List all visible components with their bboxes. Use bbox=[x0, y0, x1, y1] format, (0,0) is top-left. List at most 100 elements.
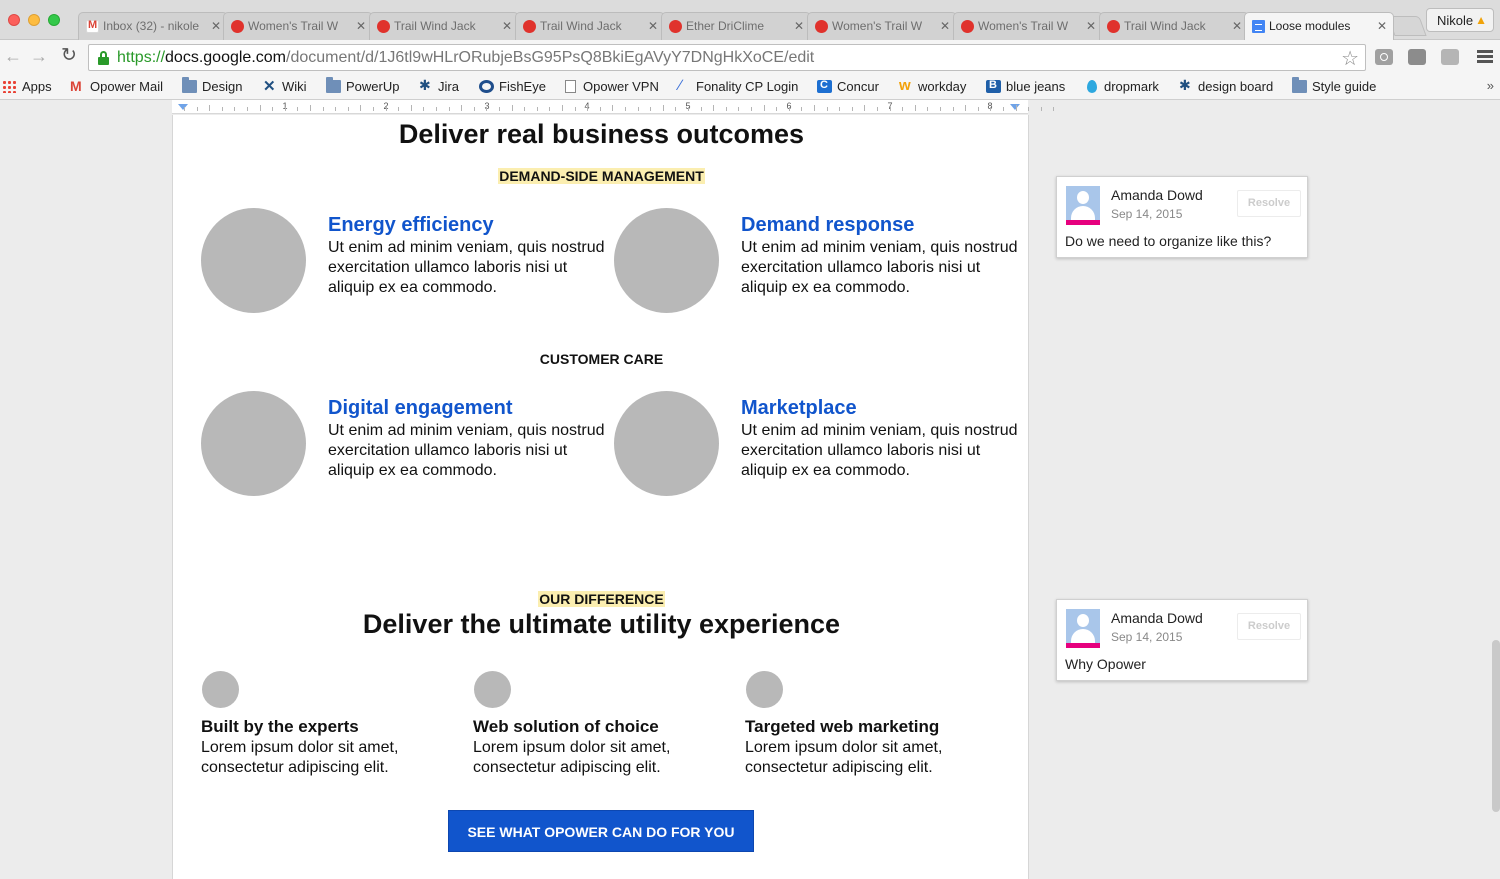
address-bar[interactable]: https://docs.google.com/document/d/1J6tl… bbox=[88, 44, 1366, 71]
browser-tab[interactable]: Women's Trail W ✕ bbox=[807, 12, 957, 40]
ruler-tick bbox=[864, 105, 866, 111]
browser-tab[interactable]: Inbox (32) - nikole ✕ bbox=[78, 12, 228, 40]
ruler-tick bbox=[851, 107, 853, 111]
close-tab-icon[interactable]: ✕ bbox=[940, 19, 950, 33]
bookmark-star-icon[interactable]: ☆ bbox=[1341, 46, 1359, 71]
lock-icon bbox=[98, 51, 109, 65]
ruler-tick bbox=[549, 107, 551, 111]
bookmark-jira[interactable]: Jira bbox=[418, 77, 459, 94]
comment-card[interactable]: Amanda Dowd Sep 14, 2015 Resolve Why Opo… bbox=[1056, 599, 1308, 681]
document-ruler[interactable]: 1 2 3 4 5 6 7 8 bbox=[172, 100, 1055, 114]
bookmark-blue-jeans[interactable]: blue jeans bbox=[986, 79, 1065, 94]
bookmark-workday[interactable]: workday bbox=[898, 77, 966, 94]
back-arrow-icon[interactable]: ← bbox=[4, 47, 22, 65]
bookmark-fonality[interactable]: Fonality CP Login bbox=[676, 77, 798, 94]
module-title: Digital engagement bbox=[328, 397, 513, 419]
browser-menu-icon[interactable] bbox=[1477, 50, 1493, 64]
ruler-tick bbox=[209, 105, 211, 111]
workday-icon bbox=[898, 77, 913, 94]
ruler-tick bbox=[977, 107, 979, 111]
module-body: Ut enim ad minim veniam, quis nostrud ex… bbox=[741, 422, 1018, 479]
close-tab-icon[interactable]: ✕ bbox=[794, 19, 804, 33]
ruler-tick bbox=[410, 105, 412, 111]
fonality-icon bbox=[676, 77, 691, 94]
feature-title: Built by the experts bbox=[201, 717, 359, 736]
resolve-button[interactable]: Resolve bbox=[1237, 613, 1301, 640]
left-indent-marker[interactable] bbox=[178, 104, 188, 110]
dropmark-icon bbox=[1087, 80, 1097, 93]
browser-tab[interactable]: Trail Wind Jack ✕ bbox=[515, 12, 665, 40]
close-tab-icon[interactable]: ✕ bbox=[1086, 19, 1096, 33]
bookmark-design-board[interactable]: design board bbox=[1178, 77, 1273, 94]
bookmark-concur[interactable]: Concur bbox=[817, 79, 879, 94]
extension-icon[interactable] bbox=[1408, 49, 1426, 65]
extension-icon[interactable] bbox=[1441, 49, 1459, 65]
reload-icon[interactable]: ↻ bbox=[61, 46, 77, 65]
camera-extension-icon[interactable] bbox=[1375, 49, 1393, 65]
ruler-tick bbox=[713, 105, 715, 111]
ruler-tick bbox=[297, 107, 299, 111]
ruler-tick bbox=[1003, 107, 1004, 111]
bookmark-opower-vpn[interactable]: Opower VPN bbox=[563, 79, 659, 94]
ruler-tick bbox=[536, 107, 538, 111]
ruler-tick bbox=[184, 107, 185, 111]
ruler-tick bbox=[625, 107, 626, 111]
ruler-tick bbox=[738, 107, 740, 111]
bookmark-powerup[interactable]: PowerUp bbox=[326, 77, 399, 94]
bookmark-apps[interactable]: Apps bbox=[2, 79, 52, 94]
ruler-tick bbox=[751, 107, 752, 111]
ruler-tick bbox=[700, 107, 702, 111]
comment-date: Sep 14, 2015 bbox=[1111, 207, 1183, 221]
folder-icon bbox=[182, 77, 197, 93]
heading-business-outcomes: Deliver real business outcomes bbox=[398, 119, 805, 149]
ruler-tick bbox=[562, 105, 563, 111]
ruler-tick bbox=[448, 107, 450, 111]
minimize-window-button[interactable] bbox=[28, 14, 40, 26]
browser-tab[interactable]: Women's Trail W ✕ bbox=[223, 12, 373, 40]
bookmark-dropmark[interactable]: dropmark bbox=[1084, 79, 1159, 94]
profile-button[interactable]: Nikole ▲ bbox=[1426, 8, 1494, 32]
comment-text: Why Opower bbox=[1065, 656, 1146, 672]
browser-tab[interactable]: Trail Wind Jack ✕ bbox=[1099, 12, 1249, 40]
close-tab-icon[interactable]: ✕ bbox=[356, 19, 366, 33]
ruler-tick bbox=[940, 107, 941, 111]
feature-body: Lorem ipsum dolor sit amet, consectetur … bbox=[473, 739, 671, 776]
browser-tab[interactable]: Trail Wind Jack ✕ bbox=[369, 12, 519, 40]
close-tab-icon[interactable]: ✕ bbox=[502, 19, 512, 33]
browser-tab[interactable]: Women's Trail W ✕ bbox=[953, 12, 1103, 40]
bookmark-style-guide[interactable]: Style guide bbox=[1292, 77, 1376, 94]
ruler-tick bbox=[801, 107, 803, 111]
close-window-button[interactable] bbox=[8, 14, 20, 26]
tab-strip: Inbox (32) - nikole ✕ Women's Trail W ✕ … bbox=[0, 0, 1500, 40]
ruler-tick bbox=[385, 107, 387, 111]
warning-icon: ▲ bbox=[1475, 13, 1487, 27]
red-circle-icon bbox=[961, 20, 974, 33]
bookmarks-overflow-chevron[interactable]: » bbox=[1487, 78, 1494, 93]
resolve-button[interactable]: Resolve bbox=[1237, 190, 1301, 217]
ruler-tick bbox=[902, 107, 904, 111]
browser-tab[interactable]: Ether DriClime ✕ bbox=[661, 12, 811, 40]
module-card: Digital engagement Ut enim ad minim veni… bbox=[201, 391, 605, 501]
bookmark-opower-mail[interactable]: Opower Mail bbox=[70, 78, 163, 94]
forward-arrow-icon[interactable]: → bbox=[30, 47, 48, 65]
comment-card[interactable]: Amanda Dowd Sep 14, 2015 Resolve Do we n… bbox=[1056, 176, 1308, 258]
browser-tab-active[interactable]: Loose modules ✕ bbox=[1244, 12, 1394, 40]
red-circle-icon bbox=[231, 20, 244, 33]
document-page[interactable]: Deliver real business outcomes DEMAND-SI… bbox=[172, 115, 1029, 879]
module-card: Marketplace Ut enim ad minim veniam, qui… bbox=[614, 391, 1018, 501]
cta-button[interactable]: SEE WHAT OPOWER CAN DO FOR YOU bbox=[448, 810, 754, 852]
close-tab-icon[interactable]: ✕ bbox=[1232, 19, 1242, 33]
ruler-tick bbox=[473, 107, 475, 111]
scrollbar-thumb[interactable] bbox=[1492, 640, 1500, 812]
red-circle-icon bbox=[523, 20, 536, 33]
zoom-window-button[interactable] bbox=[48, 14, 60, 26]
close-tab-icon[interactable]: ✕ bbox=[648, 19, 658, 33]
bookmark-design[interactable]: Design bbox=[182, 77, 242, 94]
ruler-tick bbox=[272, 107, 274, 111]
avatar bbox=[1066, 186, 1100, 225]
bookmark-wiki[interactable]: Wiki bbox=[262, 77, 307, 95]
close-tab-icon[interactable]: ✕ bbox=[211, 19, 221, 33]
bookmark-fisheye[interactable]: FishEye bbox=[479, 79, 546, 94]
red-circle-icon bbox=[669, 20, 682, 33]
close-tab-icon[interactable]: ✕ bbox=[1377, 19, 1387, 33]
